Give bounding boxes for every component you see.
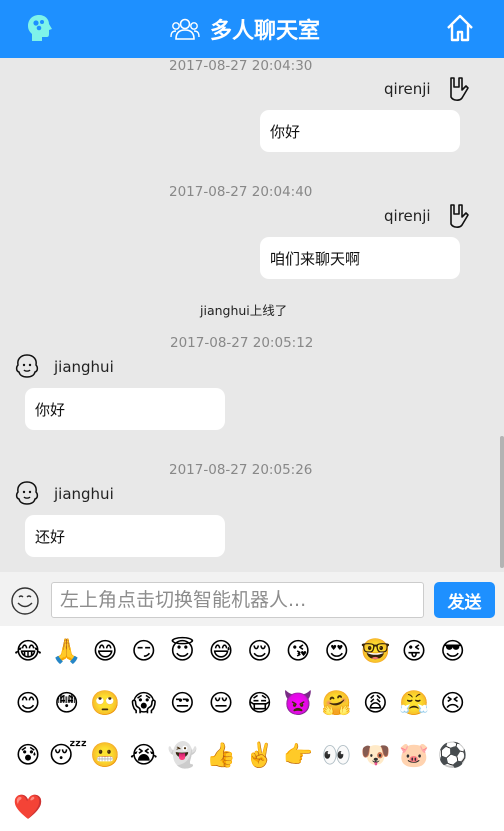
- message-input[interactable]: [51, 582, 424, 618]
- emoji-item[interactable]: 😇: [164, 631, 200, 671]
- message-username: qirenji: [384, 80, 431, 98]
- message-bubble: 还好: [25, 515, 225, 557]
- emoji-item[interactable]: 👀: [319, 735, 355, 775]
- emoji-item[interactable]: ⚽: [435, 735, 471, 775]
- message-timestamp: 2017-08-27 20:04:30: [169, 58, 313, 74]
- emoji-item[interactable]: 😩: [357, 683, 393, 723]
- emoji-item[interactable]: 😎: [435, 631, 471, 671]
- emoji-item[interactable]: 😍: [319, 631, 355, 671]
- emoji-item[interactable]: 😅: [203, 631, 239, 671]
- rock-hand-avatar-icon: [450, 204, 469, 228]
- message-text: 咱们来聊天啊: [270, 249, 361, 268]
- emoji-item[interactable]: 😔: [203, 683, 239, 723]
- emoji-item[interactable]: 👍: [203, 735, 239, 775]
- emoji-item[interactable]: 🤓: [357, 631, 393, 671]
- rock-hand-avatar-icon: [450, 77, 469, 101]
- message-bubble: 你好: [260, 110, 460, 152]
- emoji-item[interactable]: 😒: [164, 683, 200, 723]
- message-timestamp: 2017-08-27 20:05:26: [169, 462, 313, 478]
- emoji-item[interactable]: 😌: [242, 631, 278, 671]
- emoji-item[interactable]: 😳: [49, 683, 85, 723]
- emoji-item[interactable]: 😄: [87, 631, 123, 671]
- scrollbar-thumb[interactable]: [500, 436, 504, 568]
- message-text: 你好: [270, 122, 301, 141]
- face-avatar-icon: [15, 354, 39, 378]
- emoji-item[interactable]: 🙄: [87, 683, 123, 723]
- face-avatar-icon: [15, 481, 39, 505]
- emoji-item[interactable]: 😜: [396, 631, 432, 671]
- emoji-item[interactable]: 😬: [87, 735, 123, 775]
- emoji-item[interactable]: 😰: [10, 735, 46, 775]
- chat-scrollbar[interactable]: [500, 58, 504, 572]
- emoji-item[interactable]: 😊: [10, 683, 46, 723]
- emoji-item[interactable]: 🙏: [49, 631, 85, 671]
- message-username: jianghui: [54, 358, 114, 376]
- emoji-item[interactable]: 👻: [164, 735, 200, 775]
- message-bubble: 你好: [25, 388, 225, 430]
- emoji-item[interactable]: 😂: [10, 631, 46, 671]
- emoji-item[interactable]: 😘: [280, 631, 316, 671]
- emoji-item[interactable]: 🐷: [396, 735, 432, 775]
- emoji-item[interactable]: 👉: [280, 735, 316, 775]
- message-bubble: 咱们来聊天啊: [260, 237, 460, 279]
- message-text: 还好: [35, 527, 66, 546]
- message-username: qirenji: [384, 207, 431, 225]
- chat-messages[interactable]: 2017-08-27 20:04:30 qirenji 你好 2017-08-2…: [0, 58, 500, 572]
- emoji-item[interactable]: ✌️: [242, 735, 278, 775]
- emoji-panel: 😂 🙏 😄 😏 😇 😅 😌 😘 😍 🤓 😜 😎 😊 😳 🙄 😱 😒 😔 😷 👿 🤗 😩 😤 😣 😰 😴 😬 😭 👻 👍 ✌️ 👉 👀 🐶 🐷 ⚽ ❤️: [0, 626, 504, 831]
- message-username: jianghui: [54, 485, 114, 503]
- emoji-item[interactable]: 😤: [396, 683, 432, 723]
- message-text: 你好: [35, 400, 66, 419]
- brain-robot-icon[interactable]: [26, 13, 54, 43]
- emoji-item[interactable]: 😭: [126, 735, 162, 775]
- system-notice: jianghui上线了: [200, 303, 288, 318]
- emoji-item[interactable]: 😏: [126, 631, 162, 671]
- header-title: 多人聊天室: [170, 12, 320, 46]
- emoji-toggle-icon[interactable]: [10, 586, 40, 616]
- emoji-item[interactable]: 😷: [242, 683, 278, 723]
- send-button[interactable]: 发送: [434, 582, 495, 618]
- message-timestamp: 2017-08-27 20:05:12: [170, 335, 314, 351]
- page-title: 多人聊天室: [210, 19, 321, 44]
- emoji-item[interactable]: 😱: [126, 683, 162, 723]
- emoji-item[interactable]: 🤗: [319, 683, 355, 723]
- app-header: 多人聊天室: [0, 0, 504, 58]
- emoji-item[interactable]: ❤️: [10, 787, 46, 827]
- home-icon[interactable]: [446, 13, 474, 43]
- emoji-item[interactable]: 😣: [435, 683, 471, 723]
- emoji-item[interactable]: 🐶: [357, 735, 393, 775]
- message-timestamp: 2017-08-27 20:04:40: [169, 184, 313, 200]
- group-icon: [170, 18, 200, 40]
- emoji-item[interactable]: 👿: [280, 683, 316, 723]
- emoji-item[interactable]: 😴: [49, 735, 88, 775]
